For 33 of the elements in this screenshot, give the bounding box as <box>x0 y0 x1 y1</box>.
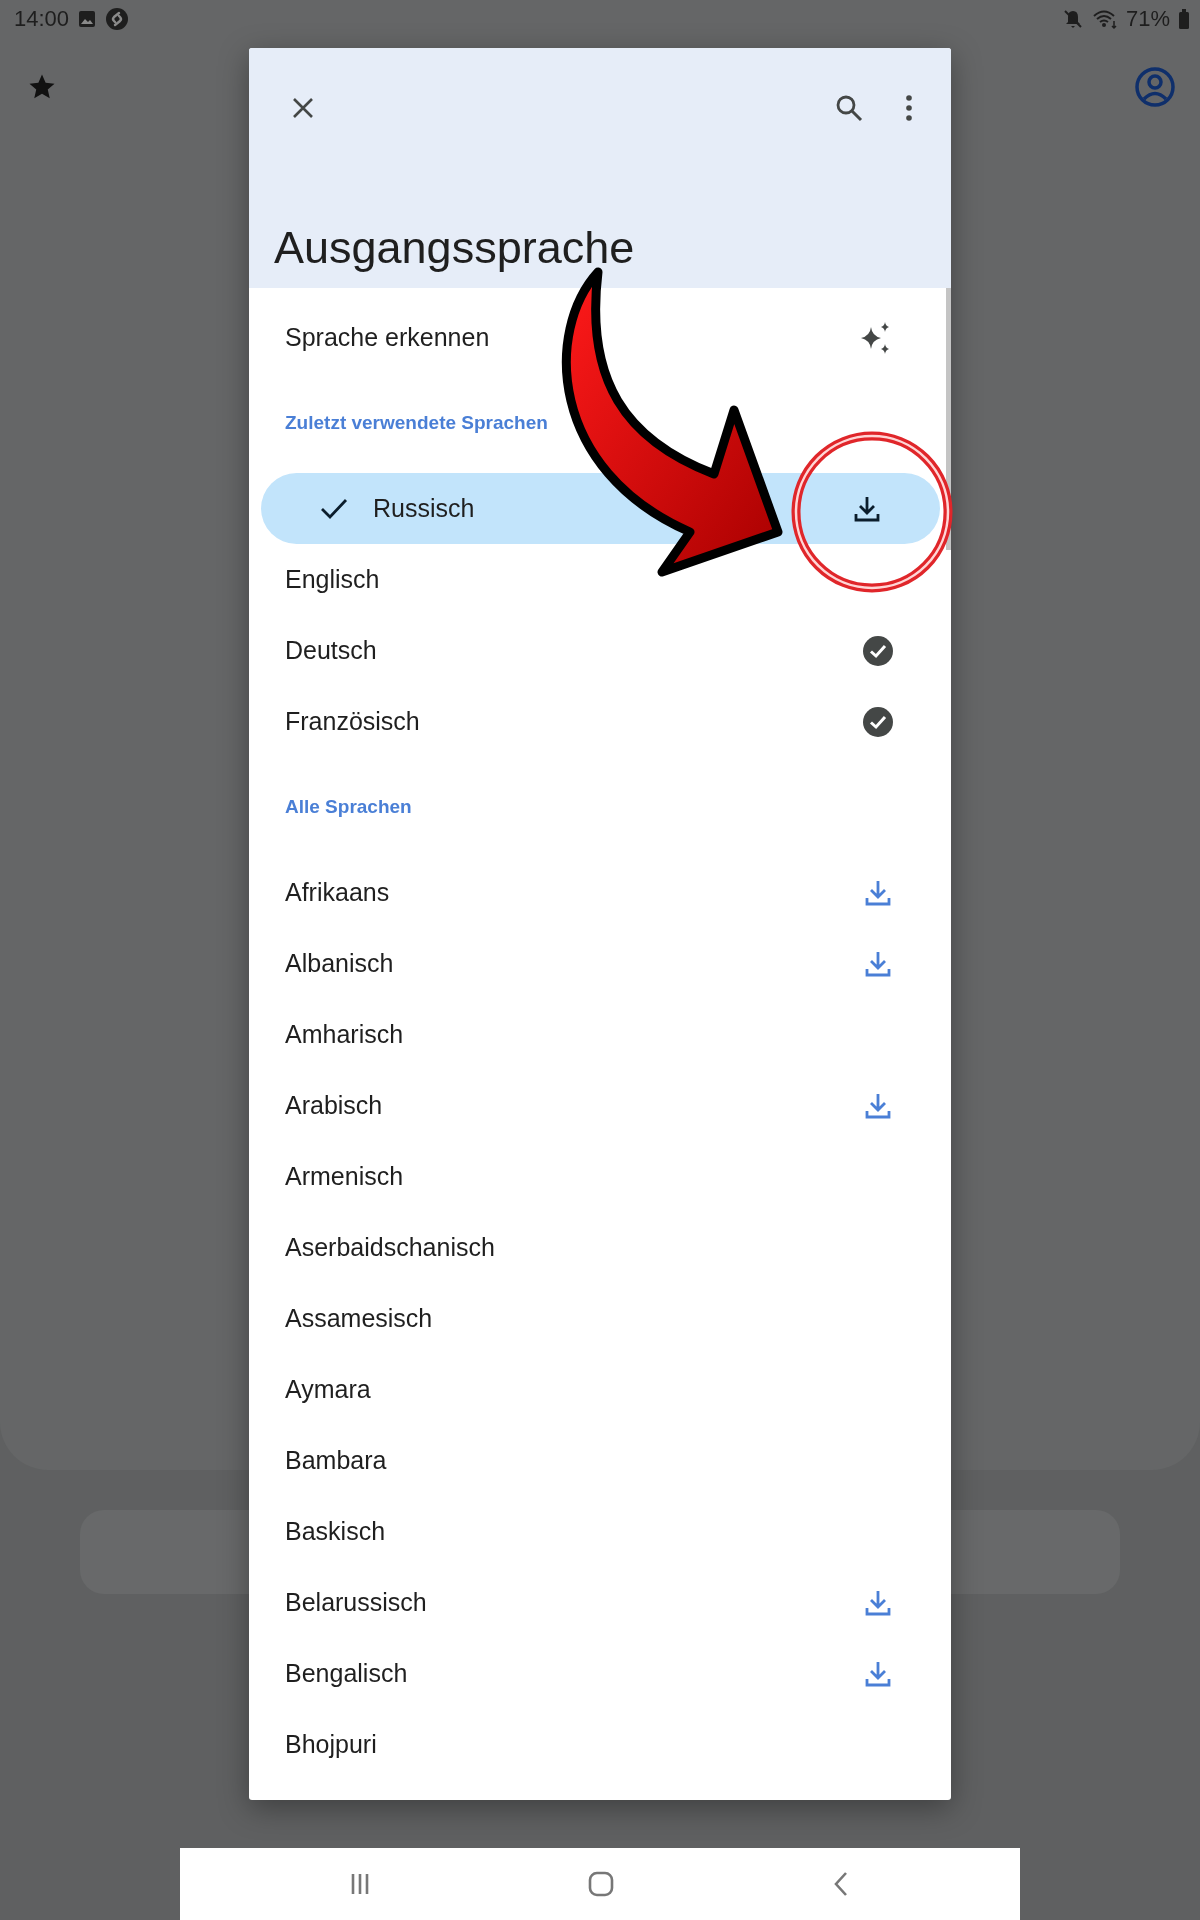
language-item[interactable]: Englisch <box>249 544 951 615</box>
language-item[interactable]: Aserbaidschanisch <box>249 1212 951 1283</box>
language-item[interactable]: Baskisch <box>249 1496 951 1567</box>
dialog-title: Ausgangssprache <box>274 222 636 274</box>
search-icon[interactable] <box>834 93 864 123</box>
more-icon[interactable] <box>904 94 914 122</box>
section-heading: Zuletzt verwendete Sprachen <box>285 412 548 434</box>
language-item[interactable]: Aymara <box>249 1354 951 1425</box>
language-item[interactable]: Bhojpuri <box>249 1709 951 1780</box>
image-icon <box>77 9 98 29</box>
language-item[interactable]: Afrikaans <box>249 857 951 928</box>
language-item[interactable]: Bambara <box>249 1425 951 1496</box>
language-item[interactable]: Albanisch <box>249 928 951 999</box>
language-item[interactable]: Bengalisch <box>249 1638 951 1709</box>
language-item[interactable]: Arabisch <box>249 1070 951 1141</box>
wifi-icon <box>1091 8 1118 30</box>
battery-icon <box>1178 8 1190 30</box>
swirl-icon <box>105 7 130 31</box>
profile-icon[interactable] <box>1134 66 1176 108</box>
downloaded-check-icon <box>863 706 893 737</box>
language-item[interactable]: Deutsch <box>249 615 951 686</box>
language-item[interactable]: Amharisch <box>249 999 951 1070</box>
language-item[interactable]: Armenisch <box>249 1141 951 1212</box>
clock: 14:00 <box>14 6 70 32</box>
downloaded-check-icon <box>863 635 893 666</box>
home-icon[interactable] <box>587 1870 615 1898</box>
battery-percent: 71% <box>1125 6 1170 32</box>
section-heading: Alle Sprachen <box>285 796 412 818</box>
scrollbar[interactable] <box>946 288 951 550</box>
language-item[interactable]: Belarussisch <box>249 1567 951 1638</box>
mute-icon <box>1061 8 1084 30</box>
language-item[interactable]: Französisch <box>249 686 951 757</box>
language-item[interactable]: Assamesisch <box>249 1283 951 1354</box>
